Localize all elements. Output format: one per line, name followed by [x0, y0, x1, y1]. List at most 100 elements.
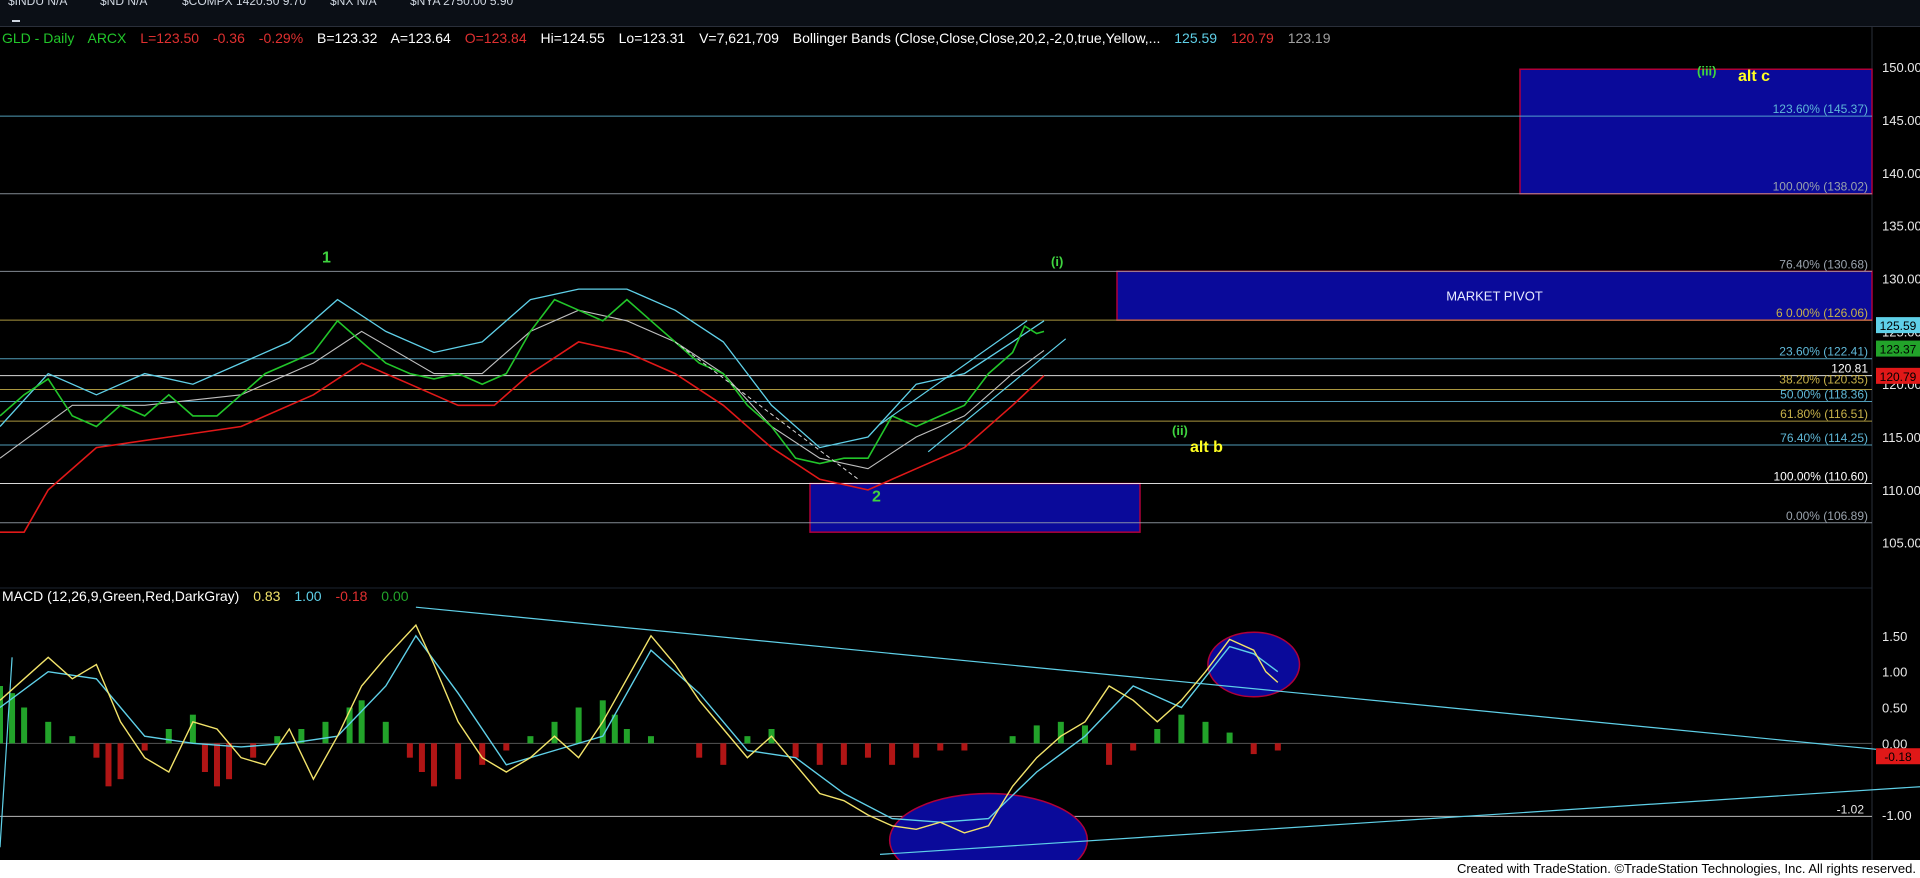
fib-label-11: 0.00% (106.89) [1786, 509, 1868, 523]
macd-histogram-bar-42 [864, 743, 871, 758]
macd-histogram-bar-32 [623, 729, 630, 744]
wave-label-1: 2 [872, 489, 881, 506]
price-axis-tick-8: 145.00 [1882, 113, 1920, 128]
fib-label-7: 50.00% (118.36) [1780, 388, 1868, 402]
macd-histogram-bar-28 [551, 721, 558, 744]
macd-trend-line-2 [0, 657, 13, 848]
macd-histogram-bar-40 [816, 743, 823, 765]
macd-histogram-bar-43 [889, 743, 896, 765]
fib-label-10: 100.00% (110.60) [1773, 470, 1868, 484]
macd-histogram-bar-57 [1226, 732, 1233, 744]
macd-histogram-bar-24 [455, 743, 462, 780]
macd-histogram-bar-58 [1250, 743, 1257, 755]
macd-histogram-bar-21 [406, 743, 413, 758]
fib-label-4: 23.60% (122.41) [1779, 345, 1868, 359]
macd-axis-tag-0: -0.18 [1884, 750, 1912, 764]
price-axis-tick-9: 150.00 [1882, 60, 1920, 75]
macd-histogram-bar-6 [105, 743, 112, 787]
price-panel[interactable]: MARKET PIVOT 123.60% (145.37) 100.00% (138… [0, 60, 1920, 551]
macd-histogram-bar-29 [575, 707, 582, 744]
macd-axis-tick-4: -1.00 [1882, 808, 1912, 823]
macd-axis-tick-1: 1.00 [1882, 665, 1907, 680]
macd-histogram-bar-10 [189, 714, 196, 744]
macd-histogram-bar-50 [1057, 721, 1064, 744]
macd-histogram-bar-55 [1178, 714, 1185, 744]
fib-label-8: 61.80% (116.51) [1780, 407, 1868, 421]
macd-panel[interactable]: -1.021.501.000.500.00-1.00-0.18 [0, 606, 1920, 860]
fib-label-6: 38.20% (120.35) [1779, 372, 1868, 386]
macd-histogram-bar-45 [937, 743, 944, 751]
macd-histogram-bar-22 [418, 743, 425, 772]
macd-histogram-bar-37 [744, 736, 751, 744]
wave-label-2: (i) [1051, 254, 1063, 269]
macd-header: MACD (12,26,9,Green,Red,DarkGray) 0.83 1… [2, 588, 419, 604]
macd-histogram-bar-56 [1202, 721, 1209, 744]
price-axis-tick-0: 105.00 [1882, 536, 1920, 551]
macd-value: 0.83 [253, 588, 281, 604]
wave-label-0: 1 [322, 250, 331, 267]
wave-label-3: (ii) [1172, 423, 1188, 438]
macd-histogram-bar-49 [1033, 725, 1040, 744]
footer-credit: Created with TradeStation. ©TradeStation… [1456, 861, 1916, 876]
zero-value: 0.00 [381, 588, 409, 604]
price-axis-tag-0: 125.59 [1880, 319, 1917, 333]
macd-histogram-bar-53 [1130, 743, 1137, 751]
macd-histogram-bar-23 [430, 743, 437, 787]
macd-histogram-bar-5 [93, 743, 100, 758]
price-axis-tick-2: 115.00 [1882, 430, 1920, 445]
price-axis-tick-6: 135.00 [1882, 219, 1920, 234]
macd-histogram-bar-2 [21, 707, 28, 744]
macd-histogram-bar-0 [0, 686, 3, 744]
wave-label-5: (iii) [1697, 64, 1717, 79]
target-box-alt-c [1519, 68, 1873, 195]
channel-line-1 [927, 338, 1067, 453]
macd-histogram-bar-46 [961, 743, 968, 751]
macd-bottom-ellipse [888, 792, 1089, 860]
market-pivot-box-label: MARKET PIVOT [1446, 289, 1543, 304]
price-axis-tag-2: 120.79 [1880, 370, 1917, 384]
macd-histogram-bar-20 [382, 721, 389, 744]
macd-histogram-bar-11 [201, 743, 208, 772]
macd-label[interactable]: MACD (12,26,9,Green,Red,DarkGray) [2, 588, 239, 604]
price-axis-tick-7: 140.00 [1882, 166, 1920, 181]
macd-histogram-bar-54 [1154, 729, 1161, 744]
macd-histogram-bar-36 [720, 743, 727, 765]
macd-top-ellipse [1207, 631, 1301, 698]
histogram-value: -0.18 [335, 588, 368, 604]
macd-histogram-bar-27 [527, 736, 534, 744]
macd-histogram-bar-4 [69, 736, 76, 744]
macd-histogram-bar-59 [1274, 743, 1281, 751]
footer-bar: Created with TradeStation. ©TradeStation… [0, 860, 1920, 878]
macd-histogram-bar-41 [840, 743, 847, 765]
macd-histogram-bar-44 [913, 743, 920, 758]
macd-histogram-bar-52 [1106, 743, 1113, 765]
macd-histogram-bar-19 [358, 700, 365, 744]
wave-label-6: alt c [1738, 68, 1770, 85]
chart-area[interactable]: MARKET PIVOT 123.60% (145.37) 100.00% (138… [0, 0, 1920, 860]
macd-histogram-bar-33 [647, 736, 654, 744]
macd-histogram-bar-17 [322, 721, 329, 744]
channel-line-0 [879, 320, 1028, 425]
price-axis-tag-1: 123.37 [1880, 343, 1917, 357]
macd-histogram-bar-7 [117, 743, 124, 780]
fib-label-2: 76.40% (130.68) [1779, 257, 1868, 271]
fib-label-1: 100.00% (138.02) [1773, 180, 1868, 194]
fib-label-9: 76.40% (114.25) [1780, 431, 1868, 445]
price-axis-tick-5: 130.00 [1882, 272, 1920, 287]
macd-histogram-bar-8 [141, 743, 148, 751]
wave-label-4: alt b [1190, 439, 1223, 456]
signal-value: 1.00 [294, 588, 322, 604]
macd-histogram-bar-12 [213, 743, 220, 787]
macd-level-label: -1.02 [1837, 802, 1865, 816]
macd-axis-tick-0: 1.50 [1882, 629, 1907, 644]
macd-histogram-bar-3 [45, 721, 52, 744]
fib-label-3: 6 0.00% (126.06) [1776, 306, 1868, 320]
macd-trend-line-0 [415, 606, 1920, 755]
support-box-wave-2 [809, 482, 1141, 533]
price-axis-tick-1: 110.00 [1882, 483, 1920, 498]
fib-label-0: 123.60% (145.37) [1773, 102, 1868, 116]
macd-histogram-bar-13 [226, 743, 233, 780]
macd-histogram-bar-39 [792, 743, 799, 758]
macd-histogram-bar-26 [503, 743, 510, 751]
macd-histogram-bar-9 [165, 729, 172, 744]
